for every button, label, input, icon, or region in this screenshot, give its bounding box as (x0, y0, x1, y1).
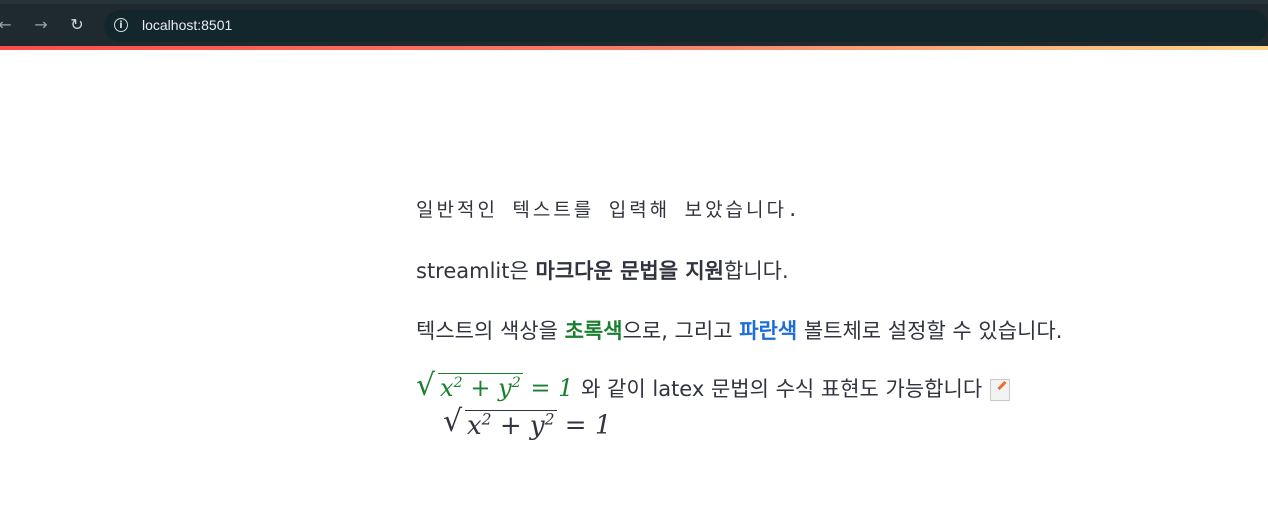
address-bar[interactable]: i localhost:8501 (104, 10, 1268, 42)
memo-icon (990, 379, 1011, 401)
info-icon[interactable]: i (114, 18, 128, 32)
plain-text-line: 일반적인 텍스트를 입력해 보았습니다. (416, 199, 802, 221)
markdown-bold: 마크다운 문법을 지원 (535, 259, 725, 283)
color-middle: 으로, 그리고 (622, 319, 740, 343)
inline-formula: √ x2 + y2 = 1 (416, 368, 582, 403)
radicand: x2 + y2 (438, 373, 523, 402)
block-sqrt: √ x2 + y2 (443, 404, 557, 441)
radical-sign: √ (416, 368, 436, 403)
markdown-suffix: 합니다. (724, 259, 789, 283)
markdown-line: streamlit은 마크다운 문법을 지원합니다. (416, 255, 789, 285)
app-header-stripe (0, 46, 1268, 50)
markdown-prefix: streamlit은 (416, 259, 536, 283)
color-prefix: 텍스트의 색상을 (416, 319, 565, 343)
url-text[interactable]: localhost:8501 (142, 17, 232, 33)
latex-description: 와 같이 latex 문법의 수식 표현도 가능합니다 (581, 377, 983, 401)
browser-toolbar: ← → ↻ i localhost:8501 (0, 0, 1268, 46)
back-icon[interactable]: ← (0, 16, 14, 34)
blue-text: 파란색 (739, 319, 798, 343)
radical-sign: √ (443, 404, 463, 439)
forward-icon[interactable]: → (32, 16, 50, 34)
radicand: x2 + y2 (465, 409, 557, 441)
latex-line: √ x2 + y2 = 1 와 같이 latex 문법의 수식 표현도 가능합니다 (416, 368, 1011, 403)
block-formula: √ x2 + y2 = 1 (443, 404, 612, 441)
colored-text-line: 텍스트의 색상을 초록색으로, 그리고 파란색 볼트체로 설정할 수 있습니다. (416, 315, 1062, 345)
green-text: 초록색 (564, 319, 623, 343)
reload-icon[interactable]: ↻ (68, 16, 86, 34)
inline-sqrt: √ x2 + y2 (416, 368, 523, 403)
color-suffix: 볼트체로 설정할 수 있습니다. (797, 319, 1063, 343)
